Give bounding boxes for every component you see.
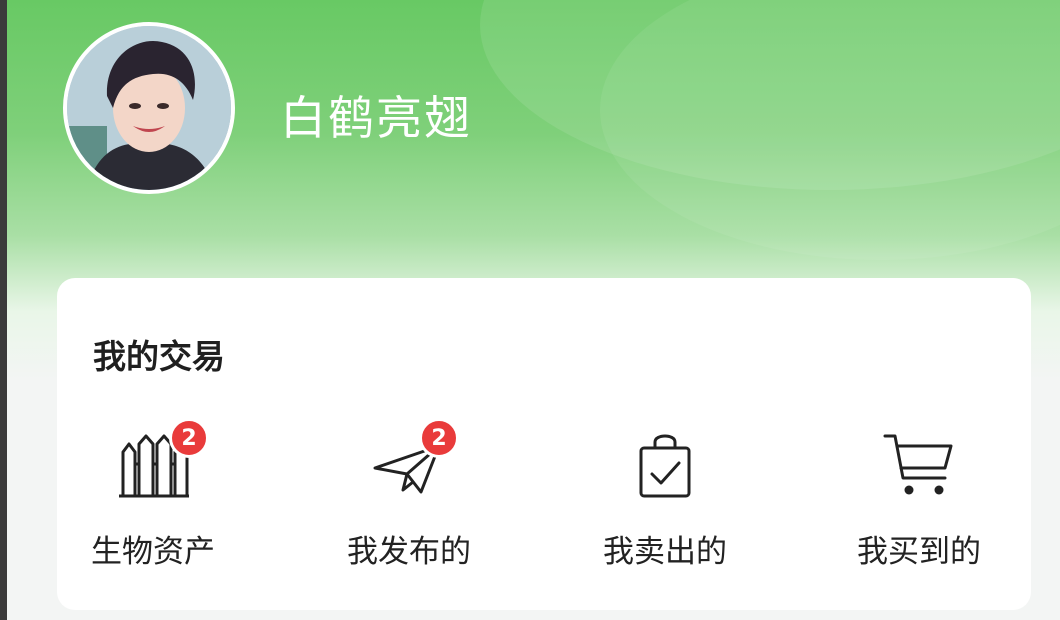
trade-item-sold[interactable]: 我卖出的 <box>575 426 755 576</box>
shopping-bag-check-icon <box>625 430 705 502</box>
notification-badge: 2 <box>169 418 209 458</box>
trade-item-bought[interactable]: 我买到的 <box>829 426 1009 576</box>
trade-item-bio-assets[interactable]: 2 生物资产 <box>63 418 243 576</box>
trade-item-published[interactable]: 2 我发布的 <box>319 418 499 576</box>
section-title: 我的交易 <box>93 337 225 376</box>
paper-plane-icon: 2 <box>369 418 459 502</box>
avatar-photo <box>67 26 231 190</box>
notification-badge: 2 <box>419 418 459 458</box>
trade-item-label: 我发布的 <box>347 534 471 570</box>
avatar[interactable] <box>63 22 235 194</box>
username: 白鹤亮翅 <box>280 91 472 145</box>
fence-icon: 2 <box>113 418 209 502</box>
trade-item-label: 我卖出的 <box>603 534 727 570</box>
my-trades-card: 我的交易 2 生物资产 2 我发布的 我卖出的 我买到的 <box>57 278 1031 610</box>
trade-item-label: 我买到的 <box>857 534 981 570</box>
header-decoration <box>600 0 1060 260</box>
shopping-cart-icon <box>879 430 959 502</box>
left-edge-strip <box>0 0 7 620</box>
trade-item-label: 生物资产 <box>91 534 215 570</box>
